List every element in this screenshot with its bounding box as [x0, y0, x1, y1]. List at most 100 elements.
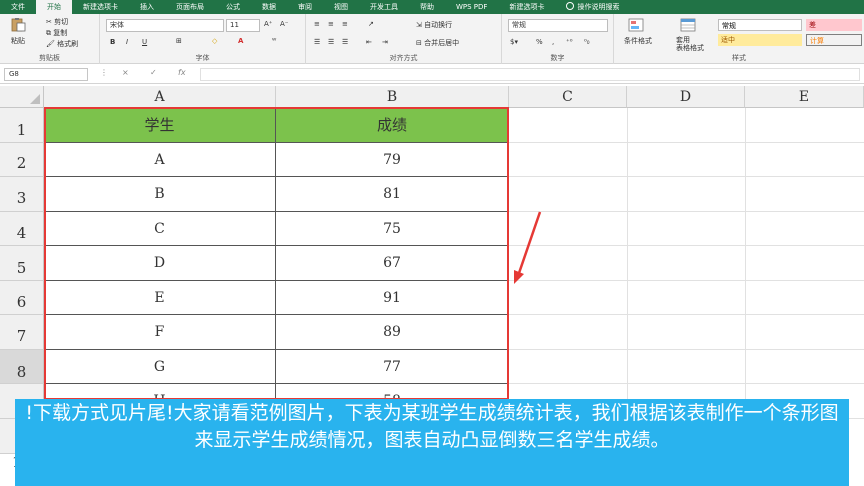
copy-icon: ⧉	[46, 29, 51, 37]
tab-review[interactable]: 审阅	[287, 0, 323, 14]
table-format-button[interactable]: 套用 表格格式	[676, 36, 704, 52]
align-middle-icon[interactable]: ≡	[328, 20, 334, 28]
table-cell-student[interactable]: B	[44, 177, 276, 212]
align-right-icon[interactable]: ☰	[342, 38, 348, 46]
table-cell-student[interactable]: F	[44, 315, 276, 350]
select-all-corner[interactable]	[0, 86, 44, 108]
row-header-7[interactable]: 7	[0, 315, 44, 350]
percent-button[interactable]: %	[536, 38, 543, 46]
align-center-icon[interactable]: ☰	[328, 38, 334, 46]
font-color-icon[interactable]: A	[238, 37, 243, 45]
cancel-button[interactable]: ×	[122, 68, 129, 77]
fill-color-icon[interactable]: ◇	[212, 37, 217, 45]
style-calculation[interactable]: 计算	[806, 34, 862, 46]
table-cell-student[interactable]: D	[44, 246, 276, 281]
tab-help[interactable]: 帮助	[409, 0, 445, 14]
tab-wps-pdf[interactable]: WPS PDF	[445, 0, 498, 14]
style-neutral[interactable]: 适中	[718, 34, 802, 46]
tab-insert[interactable]: 插入	[129, 0, 165, 14]
increase-decimal-icon[interactable]: ⁺⁰	[566, 38, 573, 46]
orientation-icon[interactable]: ↗	[368, 20, 374, 28]
clipboard-group-label: 剪贴板	[39, 54, 60, 62]
table-cell-student[interactable]: E	[44, 281, 276, 315]
table-cell-student[interactable]: A	[44, 143, 276, 177]
decrease-indent-icon[interactable]: ⇤	[366, 38, 372, 46]
table-cell-student[interactable]: C	[44, 212, 276, 246]
grow-font-button[interactable]: A⁺	[264, 20, 272, 28]
tab-formulas[interactable]: 公式	[215, 0, 251, 14]
font-name-select[interactable]: 宋体	[106, 19, 224, 32]
cut-button[interactable]: ✂ 剪切	[46, 17, 68, 27]
paste-button[interactable]: 粘贴	[11, 36, 25, 46]
alignment-group: ≡ ≡ ≡ ↗ ⇲ 自动换行 ☰ ☰ ☰ ⇤ ⇥ ⊟ 合并后居中 对齐方式	[306, 14, 502, 64]
row-header-5[interactable]: 5	[0, 246, 44, 281]
currency-icon[interactable]: $▾	[510, 38, 518, 46]
tab-developer[interactable]: 开发工具	[359, 0, 409, 14]
row-header-3[interactable]: 3	[0, 177, 44, 212]
styles-group: 条件格式 套用 表格格式 常规 差 适中 计算 样式	[614, 14, 864, 64]
table-cell-score[interactable]: 89	[276, 315, 509, 350]
tab-home[interactable]: 开始	[36, 0, 72, 14]
bold-button[interactable]: B	[110, 38, 115, 46]
clipboard-group: 粘贴 ✂ 剪切 ⧉ 复制 🖌 格式刷 剪贴板	[0, 14, 100, 64]
tab-view[interactable]: 视图	[323, 0, 359, 14]
table-format-icon[interactable]	[680, 18, 696, 32]
row-header-8[interactable]: 8	[0, 350, 44, 384]
wrap-text-button[interactable]: ⇲ 自动换行	[416, 20, 452, 30]
table-header-score[interactable]: 成绩	[276, 108, 509, 143]
increase-indent-icon[interactable]: ⇥	[382, 38, 388, 46]
tell-me-label: 操作说明搜索	[577, 3, 620, 11]
column-header-a[interactable]: A	[44, 86, 276, 108]
align-left-icon[interactable]: ☰	[314, 38, 320, 46]
column-header-e[interactable]: E	[745, 86, 864, 108]
copy-label: 复制	[53, 29, 68, 37]
tab-page-layout[interactable]: 页面布局	[165, 0, 215, 14]
style-bad[interactable]: 差	[806, 19, 862, 31]
phonetic-icon[interactable]: ᵂ	[272, 37, 276, 45]
conditional-format-icon[interactable]	[628, 18, 644, 32]
table-cell-score[interactable]: 91	[276, 281, 509, 315]
comma-icon[interactable]: ,	[552, 38, 554, 46]
italic-button[interactable]: I	[126, 38, 128, 46]
decrease-decimal-icon[interactable]: ⁰₀	[584, 38, 590, 46]
name-box[interactable]: G8	[4, 68, 88, 81]
format-painter-button[interactable]: 🖌 格式刷	[46, 39, 78, 49]
tab-new-1[interactable]: 新建选项卡	[72, 0, 129, 14]
paste-icon[interactable]	[10, 18, 26, 32]
tab-file[interactable]: 文件	[0, 0, 36, 14]
style-normal[interactable]: 常规	[718, 19, 802, 31]
table-cell-score[interactable]: 75	[276, 212, 509, 246]
font-size-select[interactable]: 11	[226, 19, 260, 32]
formula-input[interactable]	[200, 68, 860, 81]
tab-new-2[interactable]: 新建选项卡	[498, 0, 555, 14]
tab-data[interactable]: 数据	[251, 0, 287, 14]
row-header-6[interactable]: 6	[0, 281, 44, 315]
row-header-2[interactable]: 2	[0, 143, 44, 177]
conditional-format-button[interactable]: 条件格式	[624, 36, 652, 46]
row-header-1[interactable]: 1	[0, 108, 44, 143]
underline-button[interactable]: U	[142, 38, 147, 46]
column-header-c[interactable]: C	[509, 86, 627, 108]
align-bottom-icon[interactable]: ≡	[342, 20, 348, 28]
table-cell-score[interactable]: 77	[276, 350, 509, 384]
merge-center-button[interactable]: ⊟ 合并后居中	[416, 38, 459, 48]
table-cell-score[interactable]: 79	[276, 143, 509, 177]
number-format-select[interactable]: 常规	[508, 19, 608, 32]
column-header-b[interactable]: B	[276, 86, 509, 108]
table-header-student[interactable]: 学生	[44, 108, 276, 143]
table-cell-score[interactable]: 81	[276, 177, 509, 212]
insert-function-button[interactable]: fx	[178, 68, 186, 77]
table-cell-score[interactable]: 67	[276, 246, 509, 281]
copy-button[interactable]: ⧉ 复制	[46, 28, 67, 38]
shrink-font-button[interactable]: A⁻	[280, 20, 288, 28]
border-icon[interactable]: ⊞	[176, 37, 182, 45]
align-top-icon[interactable]: ≡	[314, 20, 320, 28]
tab-tell-me[interactable]: 操作说明搜索	[555, 0, 630, 14]
formula-bar: G8 ⋮ × ✓ fx	[0, 64, 864, 84]
lightbulb-icon	[566, 2, 575, 10]
column-header-d[interactable]: D	[627, 86, 745, 108]
row-header-4[interactable]: 4	[0, 212, 44, 246]
number-group: 常规 $▾ % , ⁺⁰ ⁰₀ 数字	[502, 14, 614, 64]
table-cell-student[interactable]: G	[44, 350, 276, 384]
enter-button[interactable]: ✓	[150, 68, 157, 77]
